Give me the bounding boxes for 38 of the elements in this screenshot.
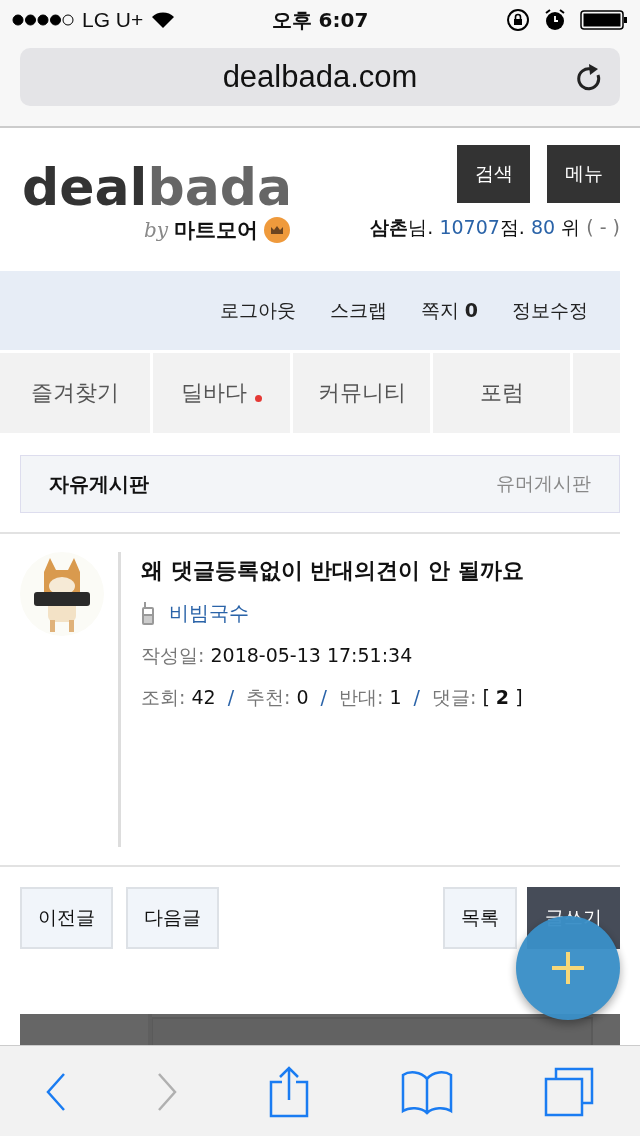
- forward-icon[interactable]: [157, 1072, 178, 1111]
- post-date: 작성일: 2018-05-13 17:51:34: [141, 643, 414, 668]
- crown-icon: [264, 217, 290, 243]
- brand-text: 마트모어: [174, 217, 258, 244]
- clock-text: 오후 6:07: [271, 6, 369, 34]
- user-nav-link[interactable]: 쪽지 0: [420, 297, 478, 324]
- bookmarks-icon[interactable]: [400, 1068, 453, 1115]
- user-info: 삼촌님. 10707점. 80 위 ( - ): [370, 215, 620, 240]
- rotation-lock-icon: [506, 8, 530, 32]
- header-button[interactable]: 검색: [457, 145, 530, 203]
- category-tab[interactable]: 즐겨찾기: [0, 353, 150, 433]
- nav-button[interactable]: 다음글: [126, 887, 219, 949]
- user-nav-link[interactable]: 로그아웃: [219, 297, 296, 324]
- post-title: 왜 댓글등록없이 반대의견이 안 될까요: [141, 557, 524, 585]
- signal-icon: [12, 14, 74, 26]
- nav-button[interactable]: 이전글: [20, 887, 113, 949]
- wifi-icon: [151, 11, 176, 29]
- category-tab[interactable]: 커뮤니티: [293, 353, 430, 433]
- logo-byline: by: [143, 218, 168, 242]
- phone-icon: [141, 601, 155, 626]
- address-field[interactable]: dealbada.com: [20, 48, 620, 106]
- board-title: 자유게시판: [49, 470, 149, 498]
- battery-icon: [580, 9, 628, 31]
- nav-button[interactable]: 목록: [443, 887, 517, 949]
- user-nav-link[interactable]: 정보수정: [512, 297, 588, 324]
- category-tab[interactable]: 딜바다: [153, 353, 290, 433]
- tabs-icon[interactable]: [544, 1066, 595, 1117]
- post-stats: 조회: 42 / 추천: 0 / 반대: 1 / 댓글: [ 2 ]: [141, 685, 524, 710]
- category-tab[interactable]: 포럼: [433, 353, 570, 433]
- share-icon[interactable]: [269, 1065, 309, 1118]
- user-nav-link[interactable]: 스크랩: [329, 297, 387, 324]
- author-link[interactable]: 비빔국수: [169, 600, 249, 627]
- logo-text[interactable]: dealbada: [20, 154, 295, 220]
- alarm-icon: [544, 9, 566, 31]
- back-icon[interactable]: [45, 1072, 66, 1111]
- carrier-text: LG U+: [82, 8, 144, 32]
- plus-icon: [551, 951, 585, 985]
- header-button[interactable]: 메뉴: [547, 145, 620, 203]
